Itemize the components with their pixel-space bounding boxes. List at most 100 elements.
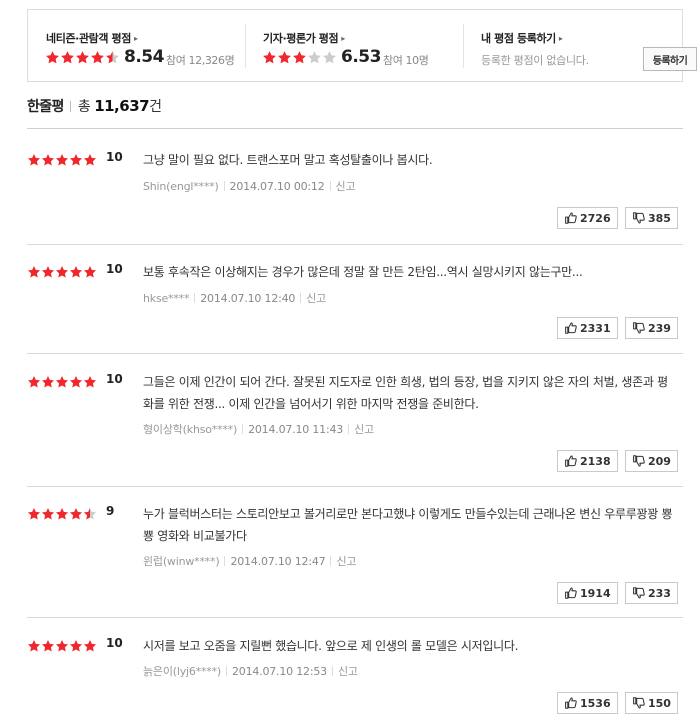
reviewer-name[interactable]: 늙은이(lyj6****) <box>143 665 221 678</box>
star-icon <box>323 51 336 64</box>
report-link[interactable]: 신고 <box>336 180 356 193</box>
star-icon <box>41 640 55 652</box>
meta-separator <box>331 666 333 676</box>
critic-star-rating <box>262 50 337 65</box>
review-date: 2014.07.10 11:43 <box>248 423 344 436</box>
like-button[interactable]: 1914 <box>557 582 618 604</box>
review-total: 총 11,637건 <box>77 97 162 115</box>
meta-separator <box>348 424 350 434</box>
star-icon <box>27 508 41 520</box>
meta-separator <box>300 293 302 303</box>
meta-separator <box>242 424 244 434</box>
report-link[interactable]: 신고 <box>336 555 356 568</box>
dislike-button[interactable]: 385 <box>625 207 678 229</box>
star-icon <box>308 51 321 64</box>
review-star-rating <box>27 265 97 279</box>
meta-separator <box>224 556 226 566</box>
review-score: 10 <box>106 636 123 650</box>
meta-separator <box>194 293 196 303</box>
star-icon <box>69 154 83 166</box>
like-count: 2138 <box>580 454 611 468</box>
review-meta: hkse**** 2014.07.10 12:40 신고 <box>143 290 326 306</box>
one-line-review-header: 한줄평 총 11,637건 <box>27 96 162 116</box>
review-score: 10 <box>106 262 123 276</box>
star-icon <box>83 376 97 388</box>
star-icon <box>263 51 276 64</box>
my-rating: 내 평점 등록하기 ▸ 등록한 평점이 없습니다. 등록하기 <box>463 10 697 81</box>
critic-participant-count: 참여 10명 <box>383 54 429 67</box>
thumbs-down-icon <box>631 211 645 225</box>
star-icon <box>27 154 41 166</box>
netizen-rating: 네티즌·관람객 평점 ▸ 8.54 참여 12,326명 <box>28 10 245 81</box>
dislike-button[interactable]: 209 <box>625 450 678 472</box>
meta-separator <box>223 181 225 191</box>
netizen-rating-title-link[interactable]: 네티즌·관람객 평점 ▸ <box>46 30 138 46</box>
section-divider <box>27 128 683 129</box>
thumbs-down-icon <box>631 586 645 600</box>
review-meta: 늙은이(lyj6****) 2014.07.10 12:53 신고 <box>143 663 358 679</box>
like-count: 2726 <box>580 211 611 225</box>
review-text: 누가 블럭버스터는 스토리안보고 볼거리로만 본다고했냐 이렇게도 만들수있는데… <box>143 507 673 543</box>
dislike-count: 233 <box>648 586 671 600</box>
report-link[interactable]: 신고 <box>354 423 374 436</box>
star-icon <box>55 154 69 166</box>
star-icon <box>83 154 97 166</box>
star-icon <box>278 51 291 64</box>
star-icon <box>27 266 41 278</box>
dislike-count: 150 <box>648 696 671 710</box>
reviewer-name[interactable]: hkse**** <box>143 292 189 305</box>
report-link[interactable]: 신고 <box>306 292 326 305</box>
review-divider <box>27 353 683 354</box>
star-icon <box>41 376 55 388</box>
critic-score: 6.53 <box>341 47 381 67</box>
review-meta: 형이상학(khso****) 2014.07.10 11:43 신고 <box>143 421 374 437</box>
reviewer-name[interactable]: Shin(engl****) <box>143 180 219 193</box>
review-score: 10 <box>106 372 123 386</box>
review-divider <box>27 244 683 245</box>
star-icon <box>41 266 55 278</box>
register-my-rating-link[interactable]: 내 평점 등록하기 ▸ <box>481 30 563 46</box>
critic-rating-title-link[interactable]: 기자·평론가 평점 ▸ <box>263 30 345 46</box>
thumbs-down-icon <box>631 454 645 468</box>
star-icon <box>27 640 41 652</box>
star-icon <box>83 640 97 652</box>
critic-rating: 기자·평론가 평점 ▸ 6.53 참여 10명 <box>245 10 463 81</box>
star-icon <box>55 376 69 388</box>
review-star-rating <box>27 507 97 521</box>
review-date: 2014.07.10 12:47 <box>230 555 326 568</box>
thumbs-down-icon <box>631 696 645 710</box>
review-meta: Shin(engl****) 2014.07.10 00:12 신고 <box>143 178 356 194</box>
reviewer-name[interactable]: 윈럽(winw****) <box>143 555 220 568</box>
dislike-button[interactable]: 239 <box>625 317 678 339</box>
like-count: 1914 <box>580 586 611 600</box>
dislike-button[interactable]: 150 <box>625 692 678 714</box>
register-rating-button[interactable]: 등록하기 <box>643 47 697 71</box>
like-count: 1536 <box>580 696 611 710</box>
star-icon <box>83 266 97 278</box>
dislike-button[interactable]: 233 <box>625 582 678 604</box>
star-icon <box>293 51 306 64</box>
like-button[interactable]: 2726 <box>557 207 618 229</box>
arrow-right-icon: ▸ <box>133 34 138 43</box>
like-button[interactable]: 2331 <box>557 317 618 339</box>
section-title: 한줄평 <box>27 99 64 115</box>
star-icon <box>55 266 69 278</box>
dislike-count: 385 <box>648 211 671 225</box>
report-link[interactable]: 신고 <box>338 665 358 678</box>
thumbs-up-icon <box>563 211 577 225</box>
review-text: 그들은 이제 인간이 되어 간다. 잘못된 지도자로 인한 희생, 법의 등장,… <box>143 375 668 411</box>
netizen-star-rating <box>45 50 120 65</box>
thumbs-up-icon <box>563 454 577 468</box>
star-icon <box>27 376 41 388</box>
star-icon <box>61 51 74 64</box>
thumbs-up-icon <box>563 586 577 600</box>
like-button[interactable]: 2138 <box>557 450 618 472</box>
no-rating-message: 등록한 평점이 없습니다. <box>481 54 589 67</box>
star-icon <box>69 640 83 652</box>
review-meta: 윈럽(winw****) 2014.07.10 12:47 신고 <box>143 553 356 569</box>
star-icon <box>69 376 83 388</box>
review-date: 2014.07.10 12:40 <box>200 292 296 305</box>
reviewer-name[interactable]: 형이상학(khso****) <box>143 423 237 436</box>
review-total-count: 11,637 <box>94 97 150 115</box>
like-button[interactable]: 1536 <box>557 692 618 714</box>
